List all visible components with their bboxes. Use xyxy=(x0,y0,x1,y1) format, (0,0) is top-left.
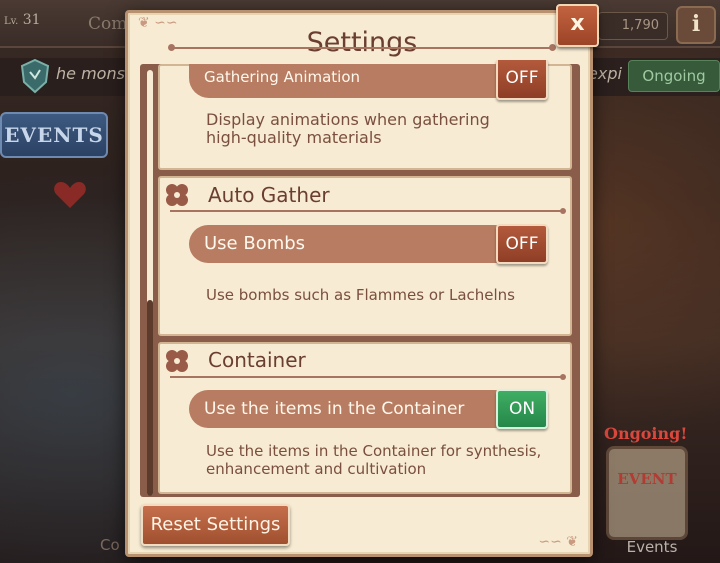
ongoing-badge-top[interactable]: Ongoing xyxy=(628,60,720,92)
use-container-desc-1: Use the items in the Container for synth… xyxy=(206,442,542,460)
corner-flourish-icon: ∽∽ ❦ xyxy=(538,534,578,550)
reset-settings-button[interactable]: Reset Settings xyxy=(141,504,290,546)
shield-icon xyxy=(20,58,50,94)
use-bombs-desc: Use bombs such as Flammes or Lachelns xyxy=(206,286,515,304)
use-container-toggle[interactable]: ON xyxy=(496,389,548,429)
player-level: Lv. 31 xyxy=(4,12,41,28)
gathering-animation-desc-1: Display animations when gathering xyxy=(206,110,490,129)
use-container-label: Use the items in the Container xyxy=(204,399,465,419)
use-container-desc-2: enhancement and cultivation xyxy=(206,460,427,478)
events-label: Events xyxy=(626,538,678,556)
auto-gather-divider xyxy=(170,208,566,214)
events-banner[interactable]: EVENTS xyxy=(0,112,108,158)
gathering-animation-desc-2: high-quality materials xyxy=(206,128,382,147)
title-divider xyxy=(168,44,556,51)
close-button[interactable]: x xyxy=(556,4,599,47)
gathering-animation-toggle[interactable]: OFF xyxy=(496,60,548,100)
quest-partial-exp: expi xyxy=(588,64,622,83)
event-card[interactable] xyxy=(606,446,688,540)
background-partial-text: Com xyxy=(88,14,128,34)
ongoing-event-label: Ongoing! xyxy=(604,424,688,443)
gathering-animation-label: Gathering Animation xyxy=(204,68,361,86)
scrollbar-thumb[interactable] xyxy=(147,300,153,496)
info-button[interactable]: i xyxy=(676,6,716,44)
use-bombs-toggle[interactable]: OFF xyxy=(496,224,548,264)
event-card-text: EVENT xyxy=(617,470,677,488)
heart-icon xyxy=(54,182,86,208)
coin-counter: 1,790 xyxy=(598,12,668,40)
dialog-title: Settings xyxy=(306,27,418,58)
container-divider xyxy=(170,374,566,380)
clover-icon xyxy=(166,350,188,372)
auto-gather-title: Auto Gather xyxy=(208,183,330,207)
container-title: Container xyxy=(208,348,306,372)
use-bombs-label: Use Bombs xyxy=(204,233,306,254)
quest-partial-text: he mons xyxy=(56,64,125,83)
clover-icon xyxy=(166,184,188,206)
background-partial-text-bottom: Co xyxy=(100,536,120,554)
